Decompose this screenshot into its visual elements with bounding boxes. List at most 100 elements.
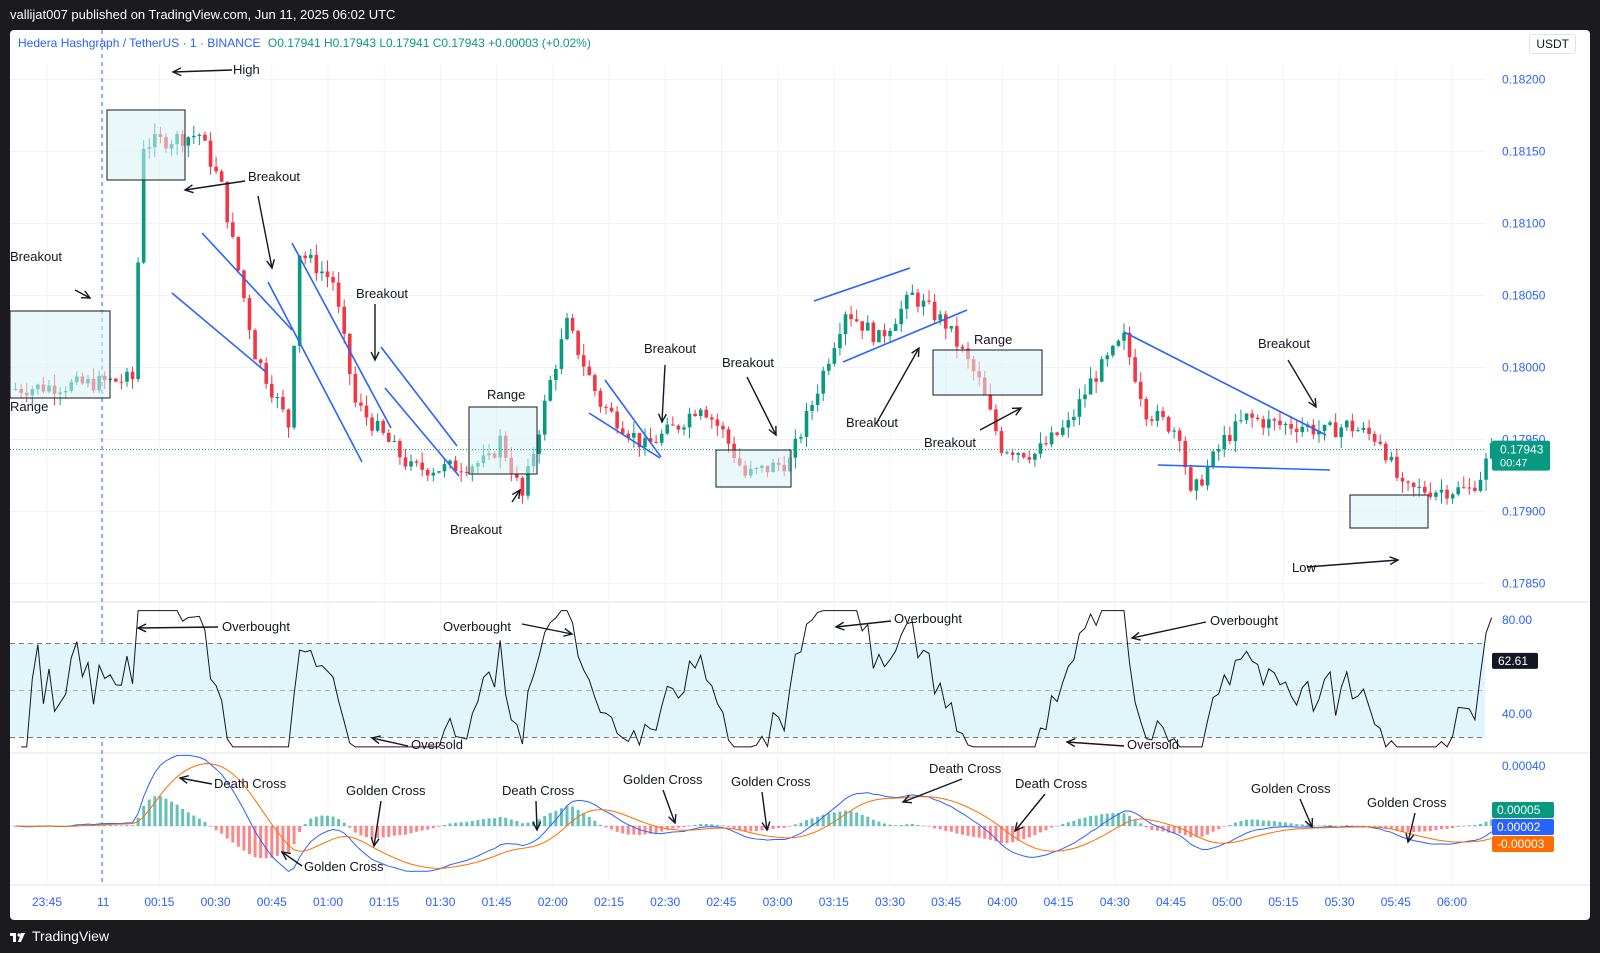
macd-histogram-bar <box>342 822 346 826</box>
countdown-label: 00:47 <box>1500 458 1528 470</box>
candle-body <box>821 370 826 394</box>
macd-histogram-bar <box>793 824 797 826</box>
candle-body <box>1333 422 1338 438</box>
candle-body <box>960 346 965 349</box>
trendline <box>291 242 392 429</box>
macd-annotation-label: Death Cross <box>929 761 1002 776</box>
candle-body <box>932 301 937 321</box>
candle-body <box>1361 427 1366 431</box>
macd-histogram-bar <box>348 826 352 828</box>
candle-body <box>398 440 402 458</box>
arrow-shaft <box>979 407 1022 431</box>
macd-histogram-bar <box>1317 825 1321 827</box>
trendline <box>1157 464 1331 471</box>
time-tick-label: 02:45 <box>706 895 736 909</box>
macd-histogram-bar <box>264 826 268 859</box>
symbol-name[interactable]: Hedera Hashgraph / TetherUS · 1 · BINANC… <box>18 36 261 50</box>
candle-body <box>1116 340 1121 346</box>
candle-body <box>136 262 140 380</box>
chart-canvas[interactable]: 0.18200 0.18150 0.18100 0.18050 0.18000 0.179… <box>10 30 1590 920</box>
candle-body <box>425 469 430 476</box>
annotation-arrow <box>171 67 233 77</box>
candle-body <box>269 383 274 398</box>
chart-panel[interactable]: 0.18200 0.18150 0.18100 0.18050 0.18000 0.179… <box>10 30 1590 920</box>
candle-body <box>1072 416 1076 421</box>
macd-histogram-bar <box>593 820 597 826</box>
candle-body <box>392 440 397 442</box>
annotation-arrow <box>1013 793 1046 833</box>
candle-body <box>1049 432 1054 445</box>
macd-histogram-bar <box>571 806 575 826</box>
candle-body <box>1105 355 1110 360</box>
candle-body <box>1177 430 1182 441</box>
annotation-arrow <box>979 407 1023 431</box>
macd-histogram-bar <box>1211 826 1215 832</box>
candle-body <box>1161 410 1165 417</box>
candle-body <box>1383 443 1388 461</box>
candle-body <box>1411 482 1416 487</box>
candle-body <box>632 432 636 438</box>
candle-body <box>1205 466 1210 486</box>
macd-histogram-bar <box>905 824 909 826</box>
macd-histogram-bar <box>1484 821 1488 826</box>
trendline <box>267 281 363 463</box>
macd-histogram-bar <box>1284 822 1288 826</box>
macd-histogram-bar <box>938 826 942 830</box>
macd-histogram-bar <box>1439 826 1443 830</box>
candle-body <box>515 474 519 478</box>
candle-body <box>1099 359 1104 382</box>
last-price-label: 0.17943 <box>1500 443 1544 457</box>
candle-body <box>119 381 124 383</box>
candle-body <box>615 411 619 429</box>
price-annotation-label: Range <box>974 332 1012 347</box>
macd-value-label: 0.00005 <box>1497 803 1541 817</box>
candle-body <box>832 348 837 364</box>
candle-body <box>877 330 881 343</box>
macd-tick-label: 0.00040 <box>1502 759 1546 773</box>
candle-body <box>715 419 720 426</box>
candle-body <box>598 390 603 407</box>
candle-body <box>1027 457 1032 460</box>
macd-histogram-bar <box>108 824 112 826</box>
macd-histogram-bar <box>1295 824 1299 826</box>
time-tick-label: 01:00 <box>313 895 343 909</box>
candle-body <box>1038 443 1043 454</box>
macd-histogram-bar <box>509 819 513 826</box>
macd-histogram-bar <box>598 824 602 826</box>
macd-histogram-bar <box>1272 821 1276 826</box>
currency-button[interactable]: USDT <box>1529 34 1576 54</box>
candle-body <box>710 417 714 420</box>
macd-histogram-bar <box>325 815 329 826</box>
candle-body <box>1005 452 1009 454</box>
macd-histogram-bar <box>771 826 775 829</box>
candle-body <box>1172 430 1176 432</box>
macd-histogram-bar <box>1061 823 1065 826</box>
rsi-tick-label: 40.00 <box>1502 707 1532 721</box>
candle-body <box>921 300 926 307</box>
candle-body <box>671 424 675 426</box>
candle-body <box>520 477 525 496</box>
price-tick-label: 0.18050 <box>1502 288 1546 302</box>
annotation-arrow <box>521 623 574 637</box>
range-box <box>106 109 186 181</box>
macd-histogram-bar <box>131 825 135 826</box>
candle-body <box>882 330 887 337</box>
time-tick-label: 03:45 <box>931 895 961 909</box>
candle-body <box>1395 456 1399 478</box>
candle-body <box>593 375 597 391</box>
candle-body <box>1244 413 1249 421</box>
candle-body <box>604 406 608 408</box>
candle-body <box>192 135 196 138</box>
macd-histogram-bar <box>209 826 213 827</box>
arrow-shaft <box>661 364 666 423</box>
candle-body <box>1144 399 1149 420</box>
macd-histogram-bar <box>236 826 240 847</box>
price-annotation-label: Breakout <box>248 169 300 184</box>
time-tick-label: 04:30 <box>1100 895 1130 909</box>
candle-body <box>1010 452 1015 455</box>
macd-histogram-bar <box>699 823 703 826</box>
time-tick-label: 05:15 <box>1268 895 1298 909</box>
macd-histogram-bar <box>715 824 719 826</box>
candle-body <box>1461 487 1466 489</box>
candle-body <box>359 402 363 406</box>
